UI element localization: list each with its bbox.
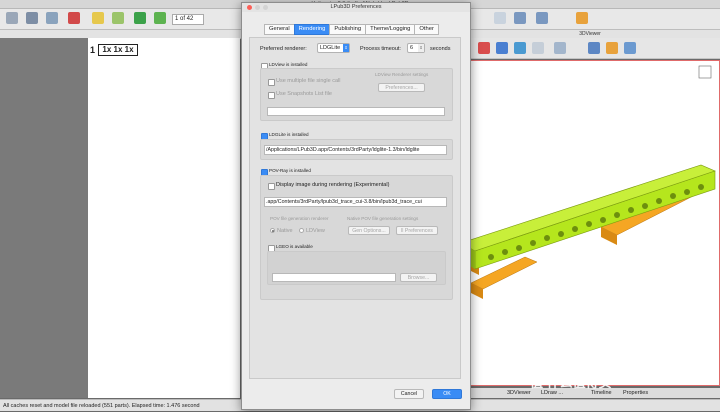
step-number: 1 — [90, 45, 96, 55]
zoom-icon[interactable] — [588, 42, 600, 54]
page-number-field[interactable]: 1 of 42 — [172, 14, 204, 25]
minimize-window-icon[interactable] — [255, 5, 260, 10]
lgeo-path-field[interactable] — [272, 273, 396, 282]
preferences-tabs: General Rendering Publishing Theme/Loggi… — [264, 24, 439, 35]
rotate-icon[interactable] — [478, 42, 490, 54]
native-radio[interactable] — [270, 228, 275, 233]
dialog-title: LPub3D Preferences — [242, 3, 470, 12]
timeout-unit: seconds — [430, 46, 451, 52]
viewer-title: 3DViewer — [579, 31, 601, 37]
lego-model-render — [460, 65, 716, 299]
pov-generation-renderer-label: POV file generation renderer — [270, 216, 329, 221]
povray-installed-label: POV-Ray is installed — [269, 168, 311, 173]
close-window-icon[interactable] — [247, 5, 252, 10]
parts-list-box[interactable]: 1x 1x 1x — [98, 44, 138, 56]
tab-general[interactable]: General — [264, 24, 295, 35]
watermark-icon — [512, 371, 526, 385]
tab-theme-logging[interactable]: Theme/Logging — [365, 24, 416, 35]
native-pov-settings-label: Native POV file generation settings — [347, 216, 419, 221]
select-icon[interactable] — [532, 42, 544, 54]
watermark-text: 值 什么值得买 — [530, 375, 612, 390]
display-image-checkbox[interactable] — [268, 183, 275, 190]
ldglite-group: /Applications/LPub3D.app/Contents/3rdPar… — [260, 139, 453, 160]
preferred-renderer-select[interactable]: LDGLite ⇕ — [317, 43, 350, 53]
undo-icon[interactable] — [92, 12, 104, 24]
viewer-toolbar — [460, 38, 720, 59]
ldglite-installed-label: LDGLite is installed — [269, 132, 309, 137]
ini-preferences-button[interactable]: ll Preferences — [396, 226, 438, 235]
save-as-icon[interactable] — [46, 12, 58, 24]
tab-rendering[interactable]: Rendering — [293, 24, 331, 35]
preferred-renderer-label: Preferred renderer: — [260, 46, 307, 52]
snapshots-list-checkbox[interactable] — [268, 92, 275, 99]
multi-file-checkbox[interactable] — [268, 79, 275, 86]
snapshots-list-label: Use Snapshots List file — [276, 91, 332, 97]
ldview-group: Use multiple file single call Use Snapsh… — [260, 68, 453, 121]
chevron-updown-icon: ⇕ — [343, 44, 349, 52]
save-icon[interactable] — [26, 12, 38, 24]
preferred-renderer-value: LDGLite — [320, 45, 341, 51]
display-image-label: Display image during rendering (Experime… — [276, 182, 390, 188]
lgeo-available-label: LGEO is available — [276, 244, 313, 249]
gen-options-button[interactable]: Gen Options... — [348, 226, 390, 235]
process-timeout-stepper[interactable]: 6 ⇕ — [407, 43, 425, 53]
3d-viewer-canvas[interactable] — [460, 60, 720, 386]
instruction-page — [88, 38, 240, 398]
ldglite-path-field[interactable]: /Applications/LPub3D.app/Contents/3rdPar… — [264, 145, 447, 155]
ldview-radio[interactable] — [299, 228, 304, 233]
ldview-preferences-button[interactable]: Preferences... — [378, 83, 425, 92]
first-page-icon[interactable] — [134, 12, 146, 24]
browse-button[interactable]: Browse... — [400, 273, 437, 282]
look-at-icon[interactable] — [554, 42, 566, 54]
native-radio-label: Native — [277, 228, 293, 234]
tab-publishing[interactable]: Publishing — [329, 24, 367, 35]
rendering-panel: Preferred renderer: LDGLite ⇕ Process ti… — [249, 37, 461, 379]
povray-path-field[interactable]: .app/Contents/3rdParty/lpub3d_trace_cui-… — [264, 197, 447, 207]
zoom-window-icon[interactable] — [263, 5, 268, 10]
transform-icon[interactable] — [514, 42, 526, 54]
previous-page-icon[interactable] — [154, 12, 166, 24]
fit-width-icon[interactable] — [576, 12, 588, 24]
multi-file-label: Use multiple file single call — [276, 78, 341, 84]
ldview-installed-label: LDView is installed — [269, 62, 308, 67]
fullscreen-icon[interactable] — [624, 42, 636, 54]
zoom-in-icon[interactable] — [514, 12, 526, 24]
ldview-radio-label: LDView — [306, 228, 325, 234]
ldview-renderer-settings-label: LDView Renderer settings — [375, 72, 429, 77]
ldview-path-field[interactable] — [267, 107, 445, 116]
cancel-button[interactable]: Cancel — [394, 389, 424, 399]
redo-icon[interactable] — [112, 12, 124, 24]
ok-button[interactable]: OK — [432, 389, 462, 399]
stepper-icon: ⇕ — [418, 44, 424, 52]
tab-properties[interactable]: Properties — [620, 389, 651, 397]
preferences-dialog: LPub3D Preferences General Rendering Pub… — [241, 2, 471, 410]
povray-group: Display image during rendering (Experime… — [260, 175, 453, 300]
process-timeout-label: Process timeout: — [360, 46, 401, 52]
zoom-out-icon[interactable] — [536, 12, 548, 24]
fit-page-icon[interactable] — [494, 12, 506, 24]
open-file-icon[interactable] — [6, 12, 18, 24]
pdf-export-icon[interactable] — [68, 12, 80, 24]
process-timeout-value: 6 — [410, 45, 414, 51]
pan-icon[interactable] — [496, 42, 508, 54]
tab-other[interactable]: Other — [414, 24, 439, 35]
lgeo-group: Browse... — [267, 251, 446, 285]
hand-icon[interactable] — [606, 42, 618, 54]
